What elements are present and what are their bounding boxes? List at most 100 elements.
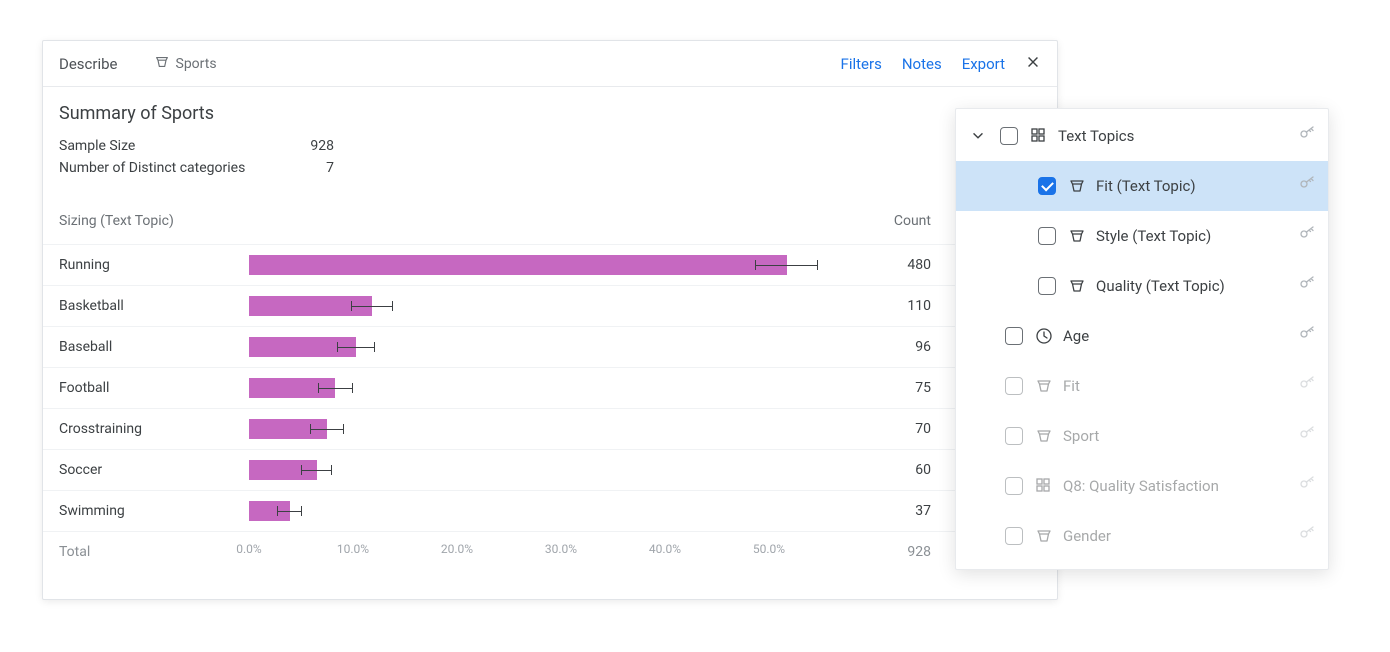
table-row[interactable]: Crosstraining707.5% [43, 408, 1057, 449]
tree-item-label: Sport [1063, 427, 1099, 445]
checkbox[interactable] [1000, 127, 1018, 145]
grid-icon [1030, 127, 1048, 145]
key-icon[interactable] [1298, 275, 1316, 297]
checkbox[interactable] [1038, 227, 1056, 245]
row-category: Soccer [59, 462, 249, 478]
tree-item[interactable]: Age [956, 311, 1328, 361]
key-icon[interactable] [1298, 125, 1316, 147]
tree-item-label: Gender [1063, 527, 1111, 545]
caret-down-icon[interactable] [970, 128, 986, 144]
total-row: Total 0.0%10.0%20.0%30.0%40.0%50.0% 928 … [43, 531, 1057, 572]
key-icon[interactable] [1298, 225, 1316, 247]
sample-size-label: Sample Size [59, 138, 284, 154]
tree-item[interactable]: Gender [956, 511, 1328, 561]
bucket-icon [1035, 427, 1053, 445]
checkbox[interactable] [1005, 477, 1023, 495]
row-category: Basketball [59, 298, 249, 314]
panel-title: Describe [59, 55, 118, 73]
context-label: Sports [176, 56, 217, 72]
bucket-icon [1035, 527, 1053, 545]
checkbox[interactable] [1005, 327, 1023, 345]
checkbox[interactable] [1038, 277, 1056, 295]
tree-item[interactable]: Quality (Text Topic) [956, 261, 1328, 311]
tree-item[interactable]: Style (Text Topic) [956, 211, 1328, 261]
row-count: 37 [821, 503, 931, 519]
key-icon[interactable] [1298, 375, 1316, 397]
axis-tick: 40.0% [649, 542, 681, 556]
error-bar [310, 429, 343, 439]
tree-item-label: Fit [1063, 377, 1080, 395]
tree-item-label: Style (Text Topic) [1096, 227, 1211, 245]
error-bar [337, 347, 374, 357]
row-count: 60 [821, 462, 931, 478]
tree-item-label: Fit (Text Topic) [1096, 177, 1196, 195]
axis-tick: 0.0% [236, 542, 261, 556]
col-count: Count [821, 213, 931, 229]
notes-link[interactable]: Notes [902, 55, 942, 73]
table-row[interactable]: Soccer606.5% [43, 449, 1057, 490]
variable-tree: Text Topics Fit (Text Topic) Style (Text … [955, 108, 1329, 570]
row-category: Crosstraining [59, 421, 249, 437]
error-bar [318, 388, 353, 398]
clock-icon [1035, 327, 1053, 345]
tree-item[interactable]: Fit [956, 361, 1328, 411]
summary-block: Summary of Sports Sample Size 928 Number… [43, 87, 1057, 198]
bucket-icon [1068, 227, 1086, 245]
key-icon[interactable] [1298, 475, 1316, 497]
row-count: 75 [821, 380, 931, 396]
axis-tick: 10.0% [337, 542, 369, 556]
table-row[interactable]: Football758.3% [43, 367, 1057, 408]
row-category: Baseball [59, 339, 249, 355]
key-icon[interactable] [1298, 425, 1316, 447]
col-category: Sizing (Text Topic) [59, 213, 249, 229]
close-button[interactable] [1025, 54, 1041, 74]
row-category: Swimming [59, 503, 249, 519]
filters-link[interactable]: Filters [841, 55, 882, 73]
axis-tick: 30.0% [545, 542, 577, 556]
describe-panel: Describe Sports Filters Notes Export Sum… [42, 40, 1058, 600]
table-header: Sizing (Text Topic) Count Percentage [43, 198, 1057, 244]
bucket-icon [1068, 277, 1086, 295]
row-category: Running [59, 257, 249, 273]
tree-item-label: Q8: Quality Satisfaction [1063, 477, 1219, 495]
export-link[interactable]: Export [962, 55, 1005, 73]
context-chip[interactable]: Sports [154, 54, 217, 74]
tree-item-label: Age [1063, 327, 1089, 345]
axis-tick: 20.0% [441, 542, 473, 556]
error-bar [755, 265, 817, 275]
summary-title: Summary of Sports [59, 103, 1041, 124]
row-count: 480 [821, 257, 931, 273]
row-count: 110 [821, 298, 931, 314]
table-row[interactable]: Swimming373.9% [43, 490, 1057, 531]
row-count: 96 [821, 339, 931, 355]
table-row[interactable]: Baseball9610.3% [43, 326, 1057, 367]
tree-item[interactable]: Sport [956, 411, 1328, 461]
key-icon[interactable] [1298, 525, 1316, 547]
table-row[interactable]: Running48051.7% [43, 244, 1057, 285]
row-category: Football [59, 380, 249, 396]
checkbox[interactable] [1038, 177, 1056, 195]
checkbox[interactable] [1005, 377, 1023, 395]
tree-item-label: Quality (Text Topic) [1096, 277, 1225, 295]
checkbox[interactable] [1005, 427, 1023, 445]
panel-header: Describe Sports Filters Notes Export [43, 41, 1057, 87]
error-bar [351, 306, 393, 316]
row-count: 70 [821, 421, 931, 437]
error-bar [301, 470, 332, 480]
tree-item[interactable]: Q8: Quality Satisfaction [956, 461, 1328, 511]
key-icon[interactable] [1298, 325, 1316, 347]
distinct-value: 7 [284, 160, 334, 176]
bar [249, 255, 787, 275]
bucket-icon [154, 54, 170, 74]
key-icon[interactable] [1298, 175, 1316, 197]
distinct-label: Number of Distinct categories [59, 160, 284, 176]
bucket-icon [1035, 377, 1053, 395]
tree-header-label: Text Topics [1058, 127, 1134, 145]
table-row[interactable]: Basketball11011.8% [43, 285, 1057, 326]
tree-header-row[interactable]: Text Topics [956, 111, 1328, 161]
tree-item[interactable]: Fit (Text Topic) [956, 161, 1328, 211]
checkbox[interactable] [1005, 527, 1023, 545]
sample-size-value: 928 [284, 138, 334, 154]
error-bar [277, 511, 302, 521]
axis-tick: 50.0% [753, 542, 785, 556]
